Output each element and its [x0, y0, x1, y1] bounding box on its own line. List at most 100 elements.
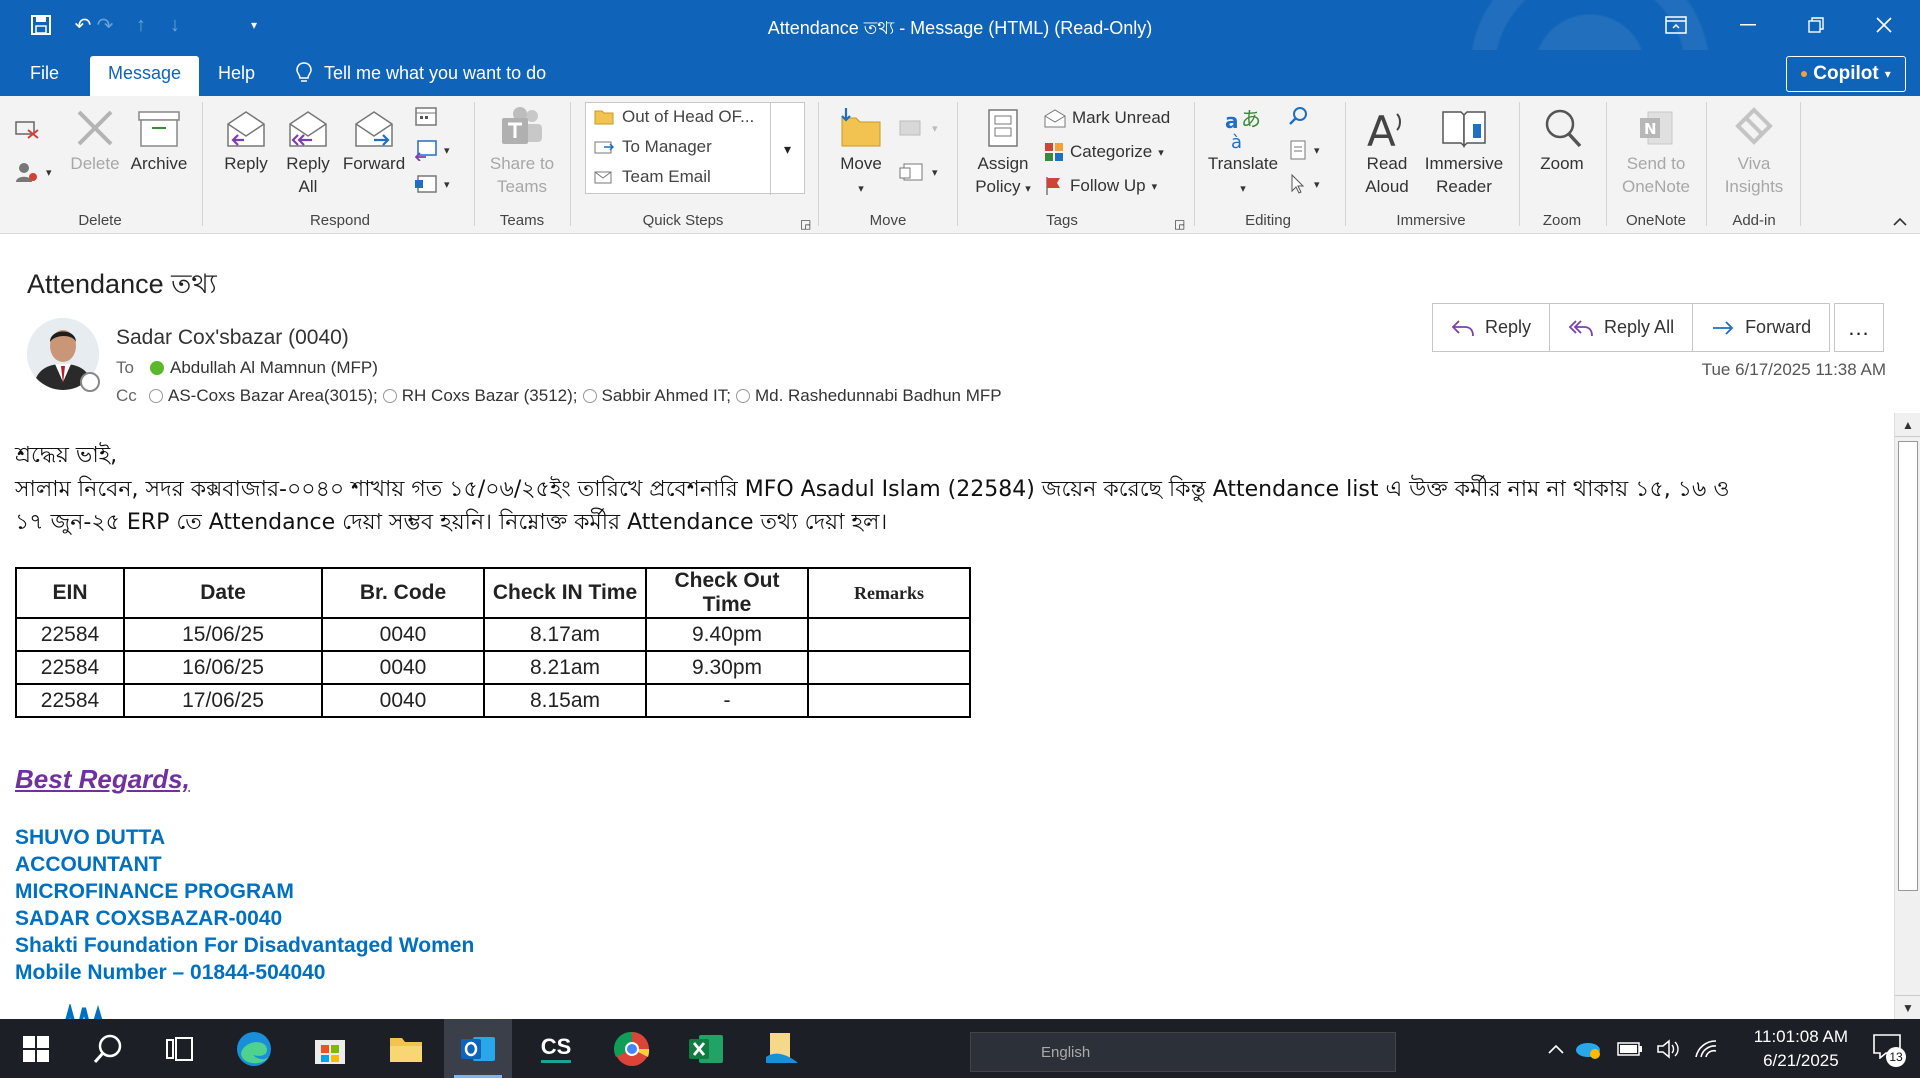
restore-button[interactable] — [1796, 8, 1836, 42]
scroll-down-icon[interactable]: ▼ — [1895, 995, 1920, 1019]
greeting: শ্রদ্ধেয় ভাই, — [15, 443, 118, 468]
cc-recipient[interactable]: AS-Coxs Bazar Area(3015); — [168, 386, 378, 406]
ribbon-display-icon[interactable] — [1656, 8, 1696, 42]
table-cell — [807, 650, 971, 685]
outlook-icon[interactable] — [444, 1019, 512, 1078]
wifi-icon[interactable] — [1680, 1019, 1732, 1078]
ignore-icon[interactable] — [14, 114, 40, 142]
meeting-icon[interactable] — [414, 102, 438, 130]
folder-icon — [594, 110, 614, 125]
dialog-launcher-icon[interactable]: ◲ — [800, 210, 811, 238]
quick-step-team-email[interactable]: Team Email — [594, 167, 711, 187]
presence-unknown-icon — [149, 389, 163, 403]
presence-unknown-icon — [382, 389, 397, 403]
read-aloud-button[interactable]: A Read Aloud — [1354, 106, 1420, 198]
archive-icon — [138, 111, 180, 147]
copilot-button[interactable]: Copilot ▾ — [1786, 56, 1906, 92]
assign-policy-button[interactable]: Assign Policy ▾ — [966, 106, 1040, 201]
find-icon[interactable] — [1288, 102, 1310, 130]
forward-button[interactable]: Forward — [342, 106, 406, 175]
to-recipient[interactable]: Abdullah Al Mamnun (MFP) — [170, 358, 378, 378]
cc-recipient[interactable]: Md. Rashedunnabi Badhun MFP — [755, 386, 1002, 406]
file-explorer-icon[interactable] — [372, 1019, 440, 1078]
files-icon[interactable] — [748, 1019, 816, 1078]
cc-recipient[interactable]: Sabbir Ahmed IT; — [602, 386, 731, 406]
group-label-zoom: Zoom — [1542, 212, 1582, 229]
cleanup-icon[interactable]: ▾ — [14, 158, 52, 186]
viva-insights-label-1: Viva — [1737, 154, 1771, 173]
read-aloud-icon: A — [1367, 107, 1401, 150]
tab-help[interactable]: Help — [200, 56, 273, 96]
archive-button[interactable]: Archive — [126, 106, 192, 175]
chrome-icon[interactable] — [598, 1019, 666, 1078]
reply-label: Reply — [224, 154, 268, 173]
table-cell: 0040 — [321, 683, 485, 718]
read-aloud-label-1: Read — [1366, 154, 1408, 173]
select-icon[interactable]: ▾ — [1288, 170, 1320, 198]
more-respond-icon[interactable]: ▾ — [414, 170, 450, 198]
tab-file[interactable]: File — [12, 56, 77, 96]
signature-line: MICROFINANCE PROGRAM — [15, 880, 294, 903]
move-folder-icon — [841, 108, 881, 147]
reply-button[interactable]: Reply — [218, 106, 274, 175]
reply-all-button[interactable]: Reply All — [1550, 304, 1694, 351]
cc-recipient[interactable]: RH Coxs Bazar (3512); — [402, 386, 578, 406]
notification-center-icon[interactable]: 13 — [1872, 1033, 1906, 1067]
sender-name[interactable]: Sadar Cox'sbazar (0040) — [116, 326, 349, 350]
ribbon: ▾ Delete Archive Delete Reply Reply All … — [0, 96, 1920, 234]
read-aloud-label-2: Aloud — [1365, 177, 1409, 196]
quick-step-to-manager[interactable]: To Manager — [594, 137, 712, 157]
delete-button[interactable]: Delete — [66, 106, 124, 175]
related-icon[interactable]: ▾ — [1288, 136, 1320, 164]
forward-label: Forward — [1745, 317, 1812, 337]
column-header: Date — [123, 567, 323, 619]
task-view-icon[interactable] — [146, 1019, 214, 1078]
quick-steps-more-icon[interactable]: ▾ — [770, 103, 804, 195]
more-actions-button[interactable]: ... — [1834, 303, 1884, 352]
forward-button[interactable]: Forward — [1693, 304, 1829, 351]
language-bar[interactable]: English — [970, 1032, 1396, 1072]
reply-all-button[interactable]: Reply All — [280, 106, 336, 198]
excel-icon[interactable] — [672, 1019, 740, 1078]
scroll-thumb[interactable] — [1898, 441, 1918, 891]
scroll-up-icon[interactable]: ▲ — [1895, 413, 1920, 437]
chevron-down-icon: ▾ — [444, 178, 450, 191]
search-icon[interactable] — [74, 1019, 142, 1078]
group-label-immersive: Immersive — [1396, 212, 1466, 229]
cs-icon[interactable]: CS — [522, 1019, 590, 1078]
follow-up-button[interactable]: Follow Up ▾ — [1044, 172, 1157, 200]
table-cell: 22584 — [15, 650, 125, 685]
tell-me-text: Tell me what you want to do — [324, 62, 547, 83]
taskbar: CS English 11:01:08 AM 6/21/2025 13 — [0, 1019, 1920, 1078]
table-cell — [807, 617, 971, 652]
best-regards: Best Regards, — [15, 764, 190, 794]
quick-step-out-of-head[interactable]: Out of Head OF... — [594, 107, 754, 127]
categorize-button[interactable]: Categorize ▾ — [1044, 138, 1164, 166]
system-clock[interactable]: 11:01:08 AM 6/21/2025 — [1754, 1025, 1848, 1073]
zoom-button[interactable]: Zoom — [1528, 106, 1596, 175]
store-icon[interactable] — [296, 1019, 364, 1078]
to-line: To Abdullah Al Mamnun (MFP) — [116, 358, 378, 378]
dialog-launcher-icon[interactable]: ◲ — [1174, 210, 1185, 238]
vertical-scrollbar[interactable]: ▲ ▼ — [1894, 413, 1920, 1019]
tab-message[interactable]: Message — [90, 56, 200, 96]
close-button[interactable] — [1864, 8, 1904, 42]
move-button[interactable]: Move ▾ — [830, 106, 892, 201]
signature-line: SHUVO DUTTA — [15, 826, 166, 849]
table-cell: 22584 — [15, 617, 125, 652]
reply-button[interactable]: Reply — [1433, 304, 1551, 351]
start-icon[interactable] — [2, 1019, 70, 1078]
im-reply-icon[interactable]: ▾ — [414, 136, 450, 164]
share-to-teams-label-1: Share to — [489, 154, 555, 173]
actions-icon[interactable]: ▾ — [898, 158, 938, 186]
signature-logo — [56, 1004, 116, 1019]
translate-button[interactable]: aあà Translate ▾ — [1204, 106, 1282, 201]
collapse-ribbon-icon[interactable] — [1892, 214, 1908, 230]
minimize-button[interactable] — [1728, 8, 1768, 42]
immersive-reader-button[interactable]: Immersive Reader — [1420, 106, 1508, 198]
tell-me-search[interactable]: Tell me what you want to do — [296, 62, 546, 84]
table-header-row: EIN Date Br. Code Check IN Time Check Ou… — [15, 567, 971, 619]
edge-icon[interactable] — [220, 1019, 288, 1078]
quick-step-label: Out of Head OF... — [622, 107, 755, 126]
mark-unread-button[interactable]: Mark Unread — [1044, 104, 1170, 132]
